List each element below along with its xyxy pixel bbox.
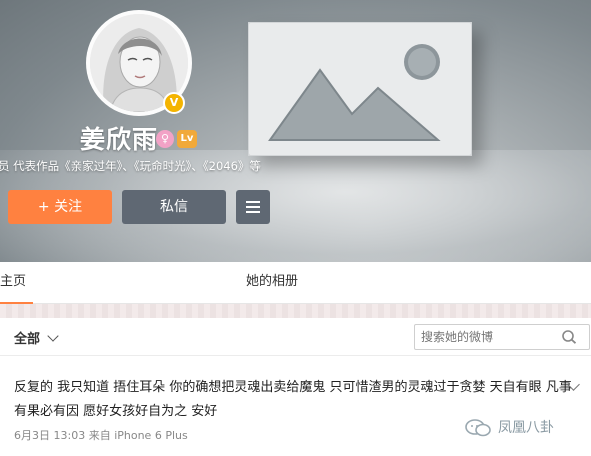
post-text: 反复的 我只知道 捂住耳朵 你的确想把灵魂出卖给魔鬼 只可惜渣男的灵魂过于贪婪 … bbox=[14, 380, 572, 419]
filter-dropdown-label[interactable]: 全部 bbox=[14, 328, 40, 347]
profile-tabs: 主页 她的相册 bbox=[0, 262, 591, 304]
profile-bio: 员 代表作品《亲家过年》、《玩命时光》、《2046》等 bbox=[0, 159, 261, 173]
private-message-button[interactable]: 私信 bbox=[122, 190, 226, 224]
search-box[interactable] bbox=[414, 324, 590, 350]
chevron-down-icon[interactable] bbox=[47, 330, 59, 342]
search-input[interactable] bbox=[421, 328, 557, 346]
verified-badge-icon: V bbox=[163, 92, 185, 114]
member-level-icon: Lv bbox=[177, 130, 197, 148]
profile-name: 姜欣雨 bbox=[80, 125, 159, 154]
follow-button[interactable]: + 关注 bbox=[8, 190, 112, 224]
weibo-post: 反复的 我只知道 捂住耳朵 你的确想把灵魂出卖给魔鬼 只可惜渣男的灵魂过于贪婪 … bbox=[0, 356, 591, 456]
post-meta: 6月3日 13:03 来自 iPhone 6 Plus bbox=[14, 427, 188, 443]
post-time[interactable]: 13:03 bbox=[54, 429, 86, 442]
tab-home[interactable]: 主页 bbox=[0, 262, 33, 304]
post-source: 来自 iPhone 6 Plus bbox=[88, 429, 188, 442]
female-gender-icon: ♀ bbox=[156, 130, 174, 148]
profile-header: V 姜欣雨 ♀ Lv 员 代表作品《亲家过年》、《玩命时光》、《2046》等 +… bbox=[0, 0, 591, 262]
post-date[interactable]: 6月3日 bbox=[14, 429, 50, 442]
menu-icon bbox=[246, 201, 260, 213]
wechat-logo-icon bbox=[465, 419, 491, 437]
watermark-text: 凤凰八卦 bbox=[498, 420, 554, 436]
more-menu-button[interactable] bbox=[236, 190, 270, 224]
cover-image-placeholder-icon bbox=[248, 22, 472, 156]
tab-her-album[interactable]: 她的相册 bbox=[246, 262, 298, 304]
feed-filter-bar: 全部 bbox=[0, 318, 591, 356]
search-icon[interactable] bbox=[561, 329, 579, 345]
section-divider bbox=[0, 304, 591, 318]
